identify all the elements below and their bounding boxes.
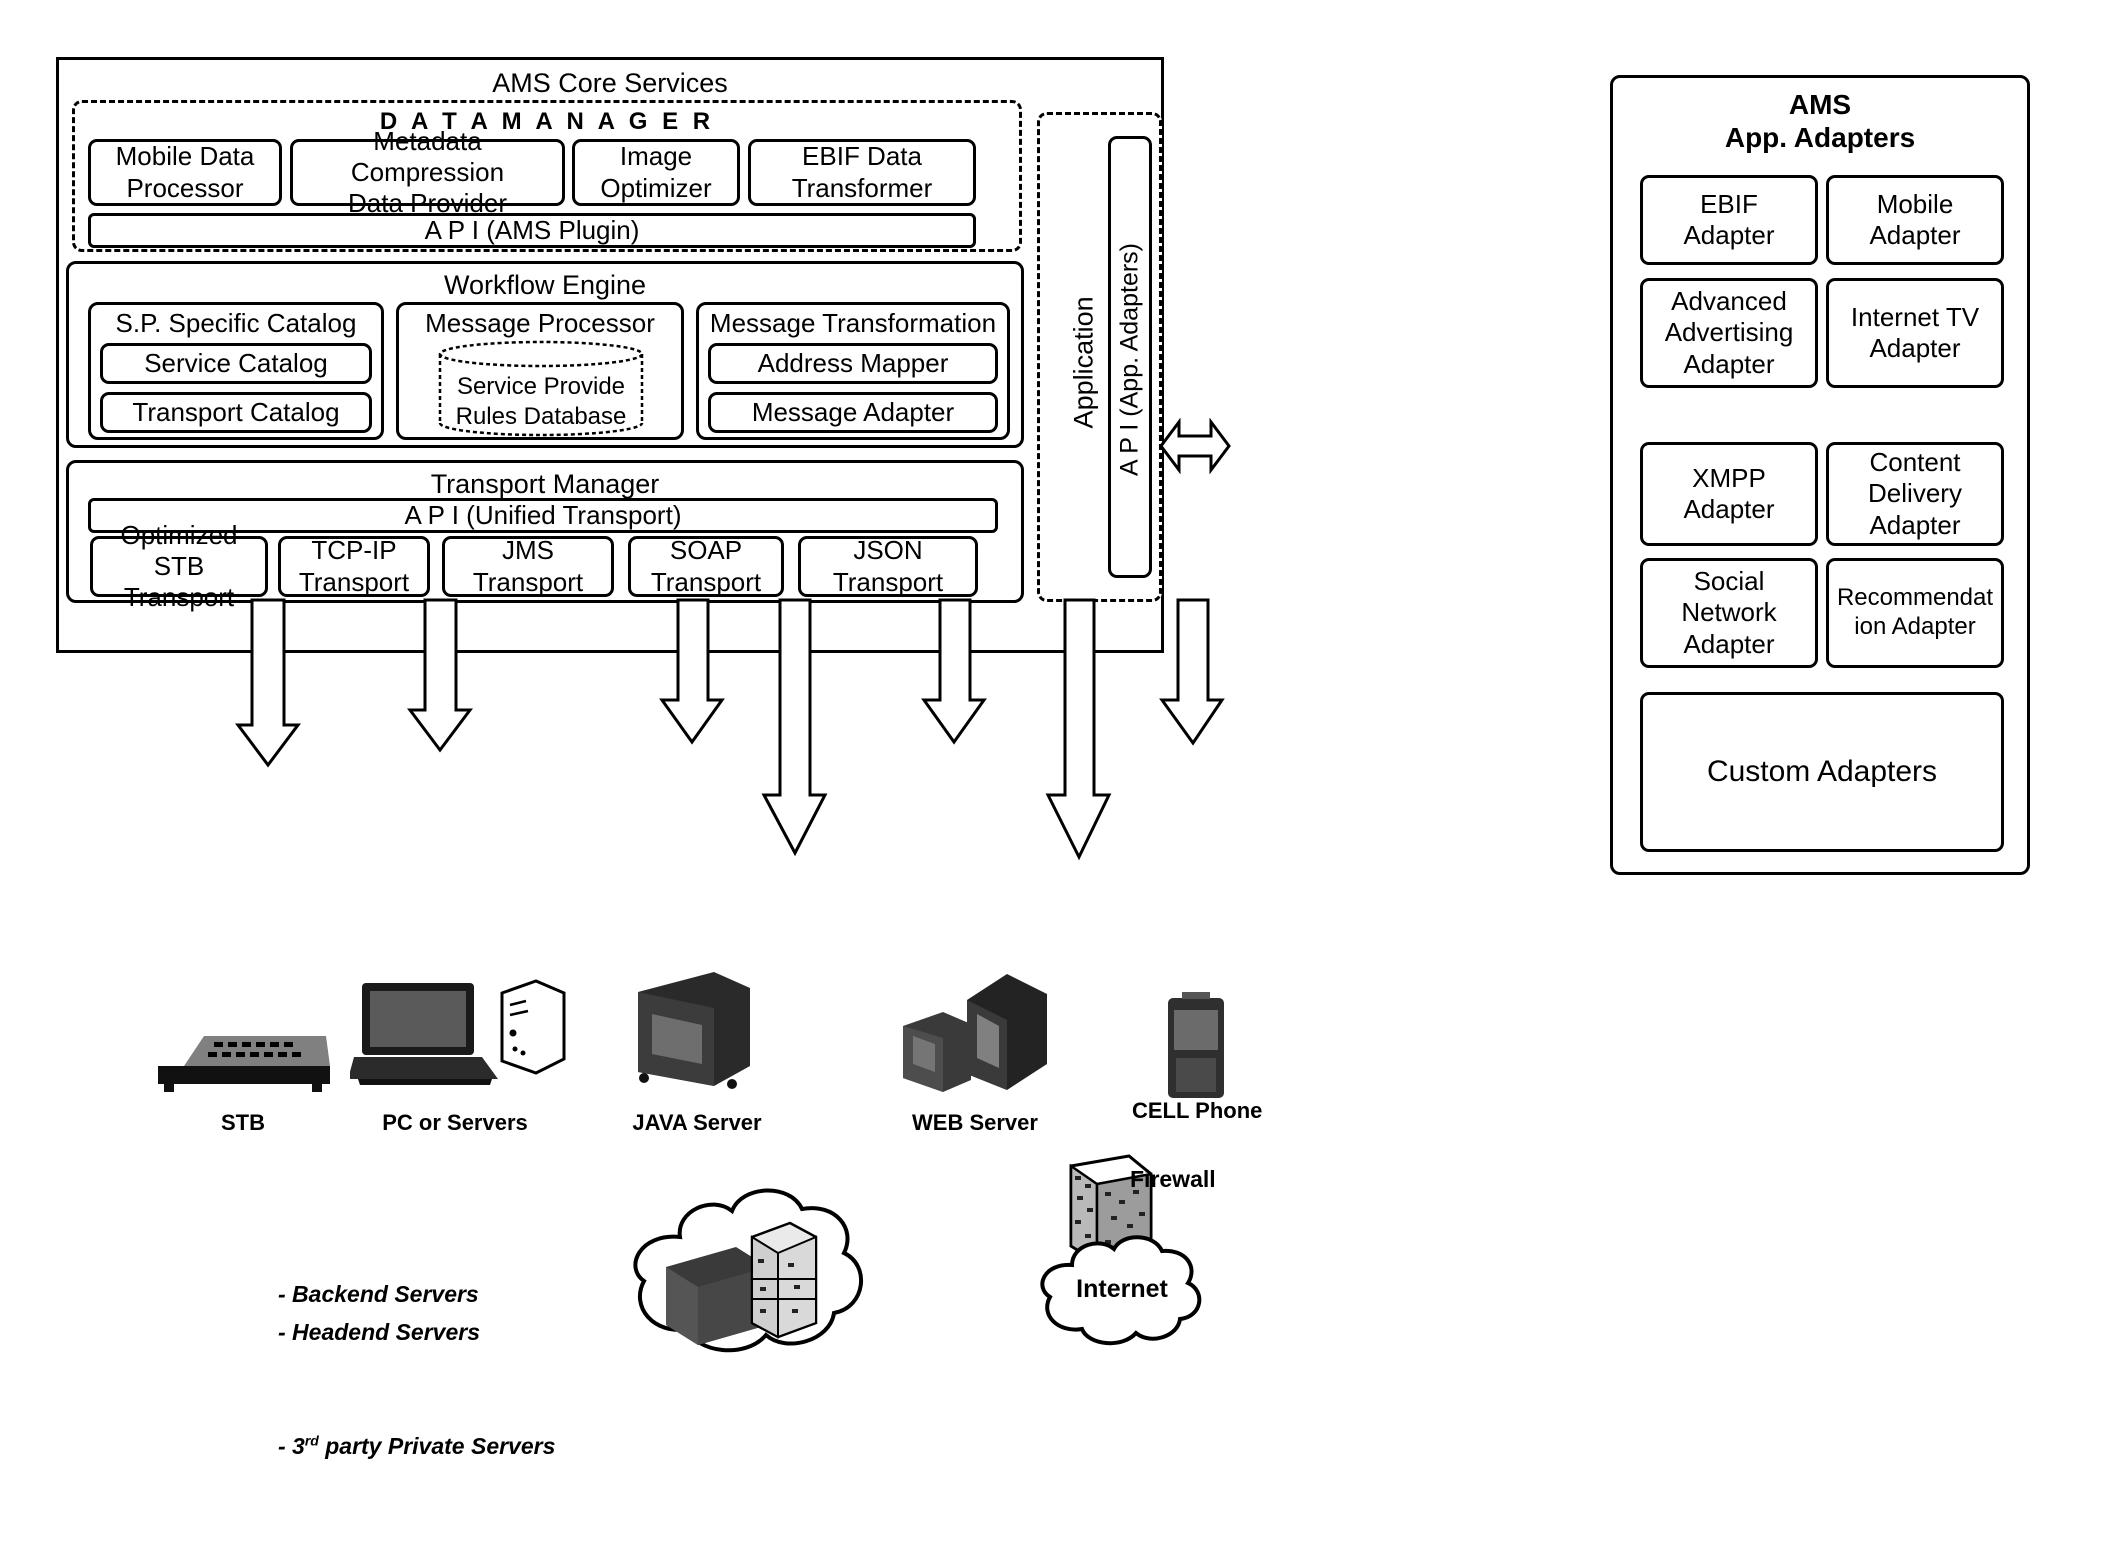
module-metadata-compression-data-provider[interactable]: Metadata Compression Data Provider [290,126,565,218]
adapter-recommendation[interactable]: Recommendat ion Adapter [1826,558,2004,668]
adapter-internet-tv[interactable]: Internet TV Adapter [1826,278,2004,388]
transport-optimized-stb[interactable]: Optimized STB Transport [90,520,268,612]
module-mobile-data-processor[interactable]: Mobile Data Processor [88,139,282,206]
notes-third-post: party Private Servers [318,1432,556,1459]
ams-app-adapters-title: AMS App. Adapters [1724,89,1916,154]
transport-catalog-item[interactable]: Transport Catalog [100,392,372,433]
pc-or-servers-icon [350,975,570,1097]
adapter-content-delivery[interactable]: Content Delivery Adapter [1826,442,2004,546]
workflow-engine-title: Workflow Engine [443,270,647,300]
notes-third-pre: - 3 [278,1432,305,1459]
sp-specific-catalog-title: S.P. Specific Catalog [115,308,357,338]
java-server-label: JAVA Server [632,1110,762,1135]
backend-notes-lines: - Backend Servers - Headend Servers [278,1280,480,1345]
cell-phone-label: CELL Phone [1132,1098,1263,1123]
firewall-label: Firewall [1130,1166,1216,1192]
web-server-icon [895,968,1055,1096]
transport-tcp-ip[interactable]: TCP-IP Transport [278,535,430,597]
transport-json[interactable]: JSON Transport [798,535,978,597]
service-catalog-item[interactable]: Service Catalog [100,343,372,384]
transport-manager-title: Transport Manager [430,469,660,499]
ams-core-services-title: AMS Core Services [492,68,728,98]
cell-phone-icon [1152,990,1238,1106]
transport-soap[interactable]: SOAP Transport [628,535,784,597]
adapter-custom[interactable]: Custom Adapters [1640,692,2004,852]
rules-database-label: Service Provide Rules Database [455,373,627,430]
message-transformation-title: Message Transformation [709,308,997,338]
stb-icon [148,1018,338,1096]
adapter-ebif[interactable]: EBIF Adapter [1640,175,1818,265]
address-mapper-item[interactable]: Address Mapper [708,343,998,384]
java-server-icon [632,968,757,1096]
adapter-advanced-advertising[interactable]: Advanced Advertising Adapter [1640,278,1818,388]
message-adapter-item[interactable]: Message Adapter [708,392,998,433]
pc-or-servers-label: PC or Servers [382,1110,528,1135]
data-manager-api-bar[interactable]: A P I (AMS Plugin) [88,213,976,248]
backend-notes-third-line: - 3rd party Private Servers [278,1390,698,1466]
adapter-mobile[interactable]: Mobile Adapter [1826,175,2004,265]
internet-label: Internet [1076,1275,1168,1303]
module-ebif-data-transformer[interactable]: EBIF Data Transformer [748,139,976,206]
bidirectional-arrow-icon [1157,418,1233,474]
notes-third-sup: rd [304,1432,319,1449]
transport-jms[interactable]: JMS Transport [442,535,614,597]
adapter-xmpp[interactable]: XMPP Adapter [1640,442,1818,546]
backend-notes-text: - Backend Servers - Headend Servers - 3r… [278,1238,698,1504]
web-server-label: WEB Server [912,1110,1038,1135]
module-image-optimizer[interactable]: Image Optimizer [572,139,740,206]
application-manager-api-label: A P I (App. Adapters) [1115,243,1144,477]
adapter-social-network[interactable]: Social Network Adapter [1640,558,1818,668]
stb-label: STB [221,1110,265,1135]
message-processor-title: Message Processor [425,308,655,338]
